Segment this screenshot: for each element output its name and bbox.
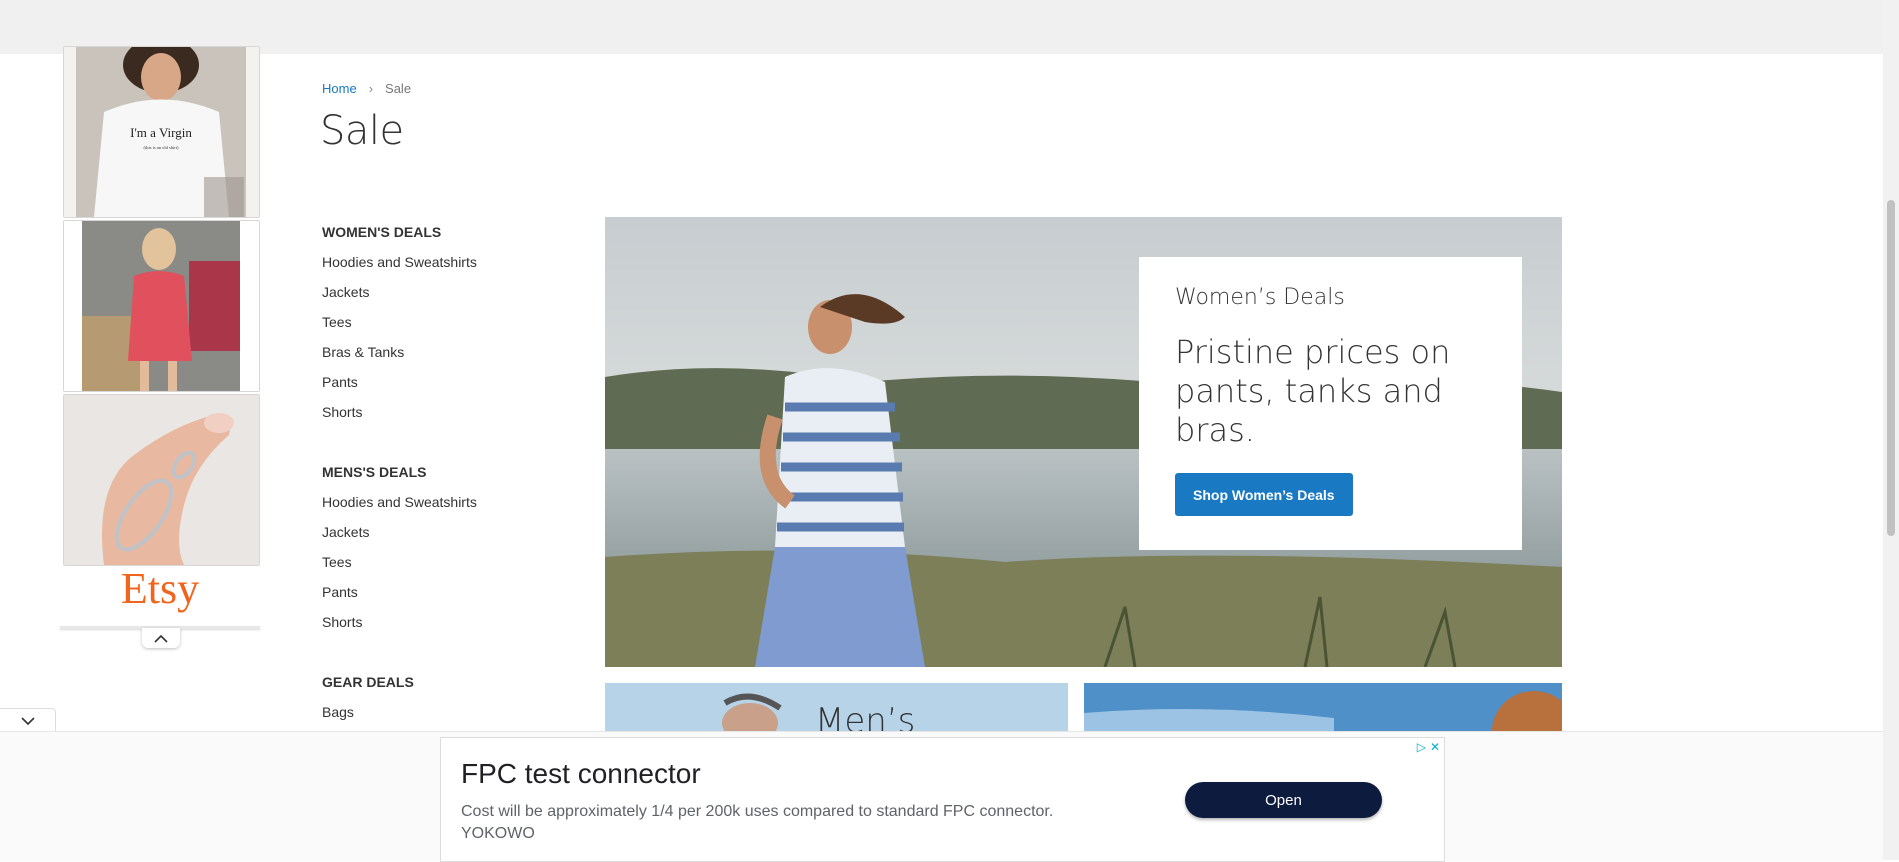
mens-link-tees[interactable]: Tees [322, 547, 552, 577]
anchor-ad-card[interactable]: ▷ ✕ FPC test connector Cost will be appr… [440, 737, 1445, 862]
mens-bargains-label: Men’s Bargains [815, 701, 916, 731]
womens-link-pants[interactable]: Pants [322, 367, 552, 397]
anchor-ad-title[interactable]: FPC test connector [461, 758, 701, 790]
mens-link-hoodies[interactable]: Hoodies and Sweatshirts [322, 487, 552, 517]
womens-link-shorts[interactable]: Shorts [322, 397, 552, 427]
anchor-ad-open-button[interactable]: Open [1185, 782, 1382, 818]
gear-link-bags[interactable]: Bags [322, 697, 552, 727]
gear-deals-heading: GEAR DEALS [322, 674, 414, 690]
womens-link-hoodies[interactable]: Hoodies and Sweatshirts [322, 247, 552, 277]
breadcrumb-separator-icon: › [368, 81, 374, 96]
left-skyscraper-ad[interactable]: ▷ ✕ I'm a Virgin (this is an old shirt) [60, 44, 260, 648]
breadcrumb: Home › Sale [322, 81, 411, 96]
gear-deals-promo[interactable] [1084, 683, 1562, 731]
anchor-ad-advertiser: YOKOWO [461, 825, 535, 842]
sale-category-nav: WOMEN'S DEALS Hoodies and Sweatshirts Ja… [322, 217, 552, 727]
mens-deals-heading: MENS'S DEALS [322, 464, 427, 480]
womens-deals-heading: WOMEN'S DEALS [322, 224, 442, 240]
mens-link-jackets[interactable]: Jackets [322, 517, 552, 547]
womens-link-tees[interactable]: Tees [322, 307, 552, 337]
adchoices-icon[interactable]: ▷ [1417, 740, 1426, 754]
ad-product-ring[interactable] [63, 394, 260, 566]
ad-product-dress[interactable] [63, 220, 260, 392]
womens-link-bras-tanks[interactable]: Bras & Tanks [322, 337, 552, 367]
top-bar [0, 0, 1899, 54]
bottom-anchor-ad: ▷ ✕ FPC test connector Cost will be appr… [0, 731, 1883, 862]
womens-link-jackets[interactable]: Jackets [322, 277, 552, 307]
scrollbar-thumb[interactable] [1887, 200, 1895, 536]
hero-text-panel: Women’s Deals Pristine prices on pants, … [1139, 257, 1522, 550]
ad-product-tshirt[interactable]: I'm a Virgin (this is an old shirt) [63, 46, 260, 218]
etsy-logo[interactable]: Etsy [62, 564, 258, 614]
breadcrumb-current: Sale [385, 81, 412, 96]
ad-collapse-button[interactable] [142, 628, 180, 648]
mens-bargains-promo[interactable]: Men’s Bargains [605, 683, 1068, 731]
hero-eyebrow: Women’s Deals [1175, 285, 1345, 310]
shirt-print-subtext: (this is an old shirt) [144, 145, 179, 150]
close-icon[interactable]: ✕ [1430, 740, 1440, 754]
shop-womens-deals-button[interactable]: Shop Women’s Deals [1175, 473, 1353, 516]
anchor-ad-controls: ▷ ✕ [1417, 740, 1440, 754]
womens-deals-hero[interactable]: Women’s Deals Pristine prices on pants, … [605, 217, 1562, 667]
gear-promo-photo [1084, 683, 1562, 731]
chevron-down-icon [20, 716, 35, 725]
page-scrollbar[interactable] [1883, 0, 1899, 860]
shirt-print-text: I'm a Virgin [130, 125, 192, 140]
chevron-up-icon [154, 634, 168, 643]
anchor-ad-description: Cost will be approximately 1/4 per 200k … [461, 803, 1054, 820]
breadcrumb-home-link[interactable]: Home [322, 81, 357, 96]
mens-link-pants[interactable]: Pants [322, 577, 552, 607]
mens-link-shorts[interactable]: Shorts [322, 607, 552, 637]
page-title: Sale [320, 108, 404, 154]
hero-headline: Pristine prices on pants, tanks and bras… [1175, 333, 1451, 449]
